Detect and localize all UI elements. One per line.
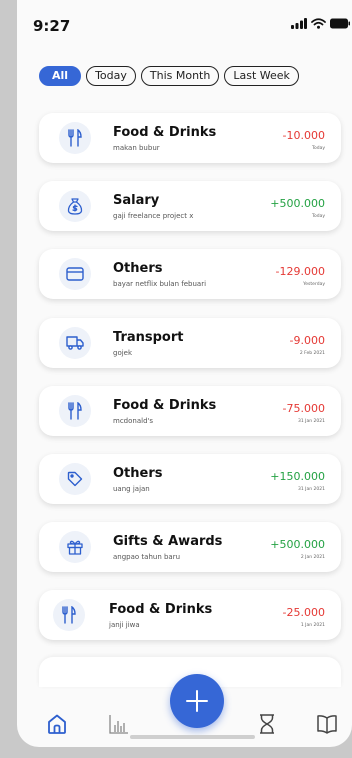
transaction-note: gaji freelance project x (113, 212, 194, 220)
transaction-amount: -10.000 (282, 129, 325, 142)
transaction-item[interactable]: Others uang jajan +150.000 31 Jan 2021 (39, 454, 341, 504)
transaction-title: Food & Drinks (113, 125, 217, 140)
chart-icon[interactable] (105, 710, 133, 738)
transaction-title: Salary (113, 193, 160, 208)
filter-last-week[interactable]: Last Week (224, 66, 299, 86)
transaction-note: uang jajan (113, 485, 150, 493)
food-drinks-icon (59, 395, 91, 427)
transaction-title: Others (113, 261, 163, 276)
transaction-item[interactable]: Transport gojek -9.000 2 Feb 2021 (39, 318, 341, 368)
transaction-date: Today (311, 214, 325, 219)
hourglass-icon[interactable] (253, 710, 281, 738)
transaction-title: Food & Drinks (109, 602, 213, 617)
transaction-title: Food & Drinks (113, 398, 217, 413)
transaction-amount: +500.000 (270, 197, 325, 210)
transaction-title: Others (113, 466, 163, 481)
filter-all[interactable]: All (39, 66, 82, 86)
transaction-date: Today (311, 146, 325, 151)
home-icon[interactable] (43, 710, 71, 738)
clock: 9:27 (33, 17, 71, 35)
battery-icon (330, 18, 350, 29)
wifi-icon (311, 18, 326, 29)
card-icon (59, 258, 91, 290)
transaction-item[interactable]: Others bayar netflix bulan febuari -129.… (39, 249, 341, 299)
transaction-amount: +150.000 (270, 470, 325, 483)
gift-icon (59, 531, 91, 563)
transaction-date: 2 Jan 2021 (300, 555, 325, 560)
transaction-amount: +500.000 (270, 538, 325, 551)
status-bar: 9:27 (17, 0, 352, 50)
transaction-item[interactable]: Salary gaji freelance project x +500.000… (39, 181, 341, 231)
add-icon (186, 690, 208, 712)
transaction-item[interactable]: Food & Drinks mcdonald's -75.000 31 Jan … (39, 386, 341, 436)
app-screen: 9:27 All Today This Month Last Week Food… (17, 0, 352, 747)
transaction-amount: -75.000 (282, 402, 325, 415)
transaction-item[interactable]: Food & Drinks makan bubur -10.000 Today (39, 113, 341, 163)
transaction-note: angpao tahun baru (113, 553, 181, 561)
status-icons (291, 18, 350, 29)
transaction-note: makan bubur (113, 144, 160, 152)
transaction-title: Gifts & Awards (113, 534, 223, 549)
home-indicator (130, 735, 255, 739)
filter-today[interactable]: Today (86, 66, 136, 86)
filter-this-month[interactable]: This Month (140, 66, 220, 86)
transaction-note: gojek (113, 349, 133, 357)
transaction-date: 1 Jan 2021 (300, 623, 325, 628)
transaction-note: mcdonald's (113, 417, 154, 425)
transaction-note: bayar netflix bulan febuari (113, 280, 207, 288)
transaction-note: janji jiwa (109, 621, 140, 629)
book-icon[interactable] (313, 710, 341, 738)
salary-money-bag-icon (59, 190, 91, 222)
signal-icon (291, 18, 307, 29)
transaction-amount: -9.000 (289, 334, 325, 347)
transaction-title: Transport (113, 330, 184, 345)
transaction-date: 31 Jan 2021 (298, 419, 325, 424)
transaction-amount: -25.000 (282, 606, 325, 619)
food-drinks-icon (59, 122, 91, 154)
filter-chips: All Today This Month Last Week (39, 66, 299, 86)
food-drinks-icon (53, 599, 85, 631)
transaction-date: Yesterday (303, 282, 325, 287)
transaction-date: 2 Feb 2021 (299, 351, 325, 356)
add-transaction-button[interactable] (170, 674, 224, 728)
transaction-item[interactable]: Gifts & Awards angpao tahun baru +500.00… (39, 522, 341, 572)
transaction-date: 31 Jan 2021 (298, 487, 325, 492)
tag-icon (59, 463, 91, 495)
transaction-item[interactable]: Food & Drinks janji jiwa -25.000 1 Jan 2… (39, 590, 341, 640)
transaction-amount: -129.000 (275, 265, 325, 278)
truck-icon (59, 327, 91, 359)
